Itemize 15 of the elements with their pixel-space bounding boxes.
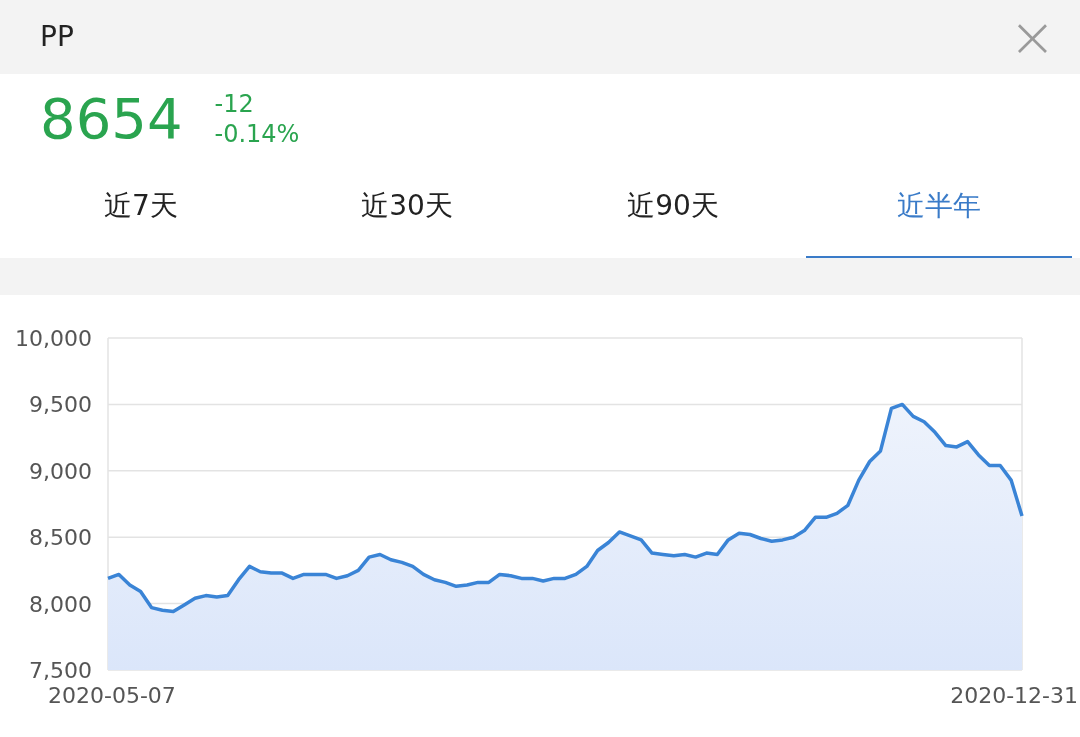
page-title: PP [40,19,74,55]
y-axis-label: 7,500 [29,658,92,683]
y-axis-label: 9,500 [29,392,92,418]
period-tab[interactable]: 近30天 [274,164,540,258]
price-value: 8654 [40,85,183,153]
change-percent: -0.14% [214,119,300,149]
x-axis-label: 2020-12-31 [950,683,1078,708]
period-tab[interactable]: 近7天 [8,164,274,258]
period-tab[interactable]: 近90天 [540,164,806,258]
y-axis-label: 8,000 [29,591,92,617]
y-axis-label: 10,000 [15,326,92,351]
x-axis-label: 2020-05-07 [48,683,176,708]
change-value: -12 [214,89,255,119]
y-axis-label: 8,500 [29,525,92,551]
y-axis-label: 9,000 [29,458,92,484]
